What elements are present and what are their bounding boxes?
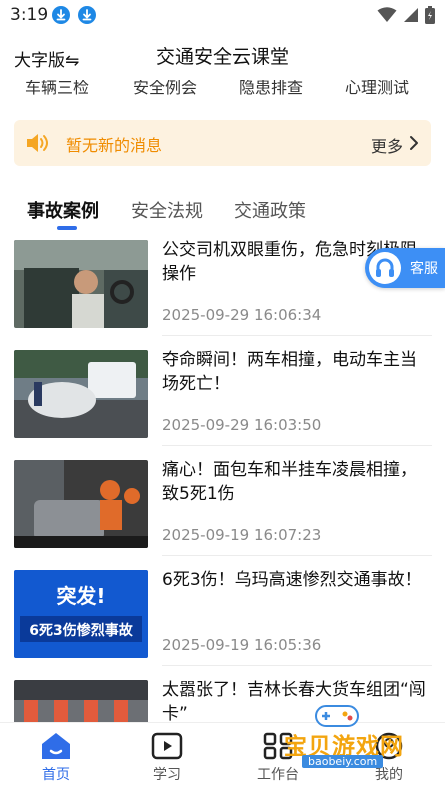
divider: [162, 335, 432, 336]
news-thumbnail: [14, 350, 148, 438]
category-item[interactable]: 隐患排查: [239, 80, 303, 98]
wifi-icon: [377, 7, 397, 22]
watermark-url: baobeiy.com: [302, 755, 384, 768]
nav-item-home[interactable]: 首页: [16, 731, 96, 784]
news-title: 痛心！面包车和半挂车凌晨相撞，致5死1伤: [162, 460, 417, 504]
news-thumbnail: 突发! 6死3伤惨烈事故: [14, 570, 148, 658]
news-thumbnail: [14, 460, 148, 548]
headset-icon: [369, 252, 401, 284]
divider: [162, 665, 432, 666]
thumb-headline: 突发!: [56, 584, 105, 608]
status-bar: 3:19: [0, 0, 445, 32]
divider: [162, 555, 432, 556]
nav-label: 首页: [42, 767, 70, 783]
speaker-icon: [27, 134, 48, 152]
page-title: 交通安全云课堂: [155, 46, 289, 68]
news-tabs: 事故案例 安全法规 交通政策: [0, 192, 445, 232]
news-time: 2025-09-19 16:07:23: [162, 526, 322, 544]
thumb-subheadline: 6死3伤惨烈事故: [29, 622, 133, 639]
tab-indicator: [57, 226, 77, 230]
category-item[interactable]: 心理测试: [345, 80, 409, 98]
nav-item-study[interactable]: 学习: [127, 731, 207, 784]
news-title: 6死3伤！乌玛高速惨烈交通事故！: [162, 570, 422, 590]
notice-more-link[interactable]: 更多: [371, 133, 403, 157]
tab-traffic-policy[interactable]: 交通政策: [234, 197, 306, 223]
tab-safety-regulations[interactable]: 安全法规: [131, 197, 203, 223]
tab-accident-cases[interactable]: 事故案例: [27, 197, 99, 223]
download-icon: [78, 6, 96, 24]
watermark: 宝贝游戏网 baobeiy.com: [272, 700, 422, 775]
gamepad-icon: [315, 705, 359, 727]
download-icon: [52, 6, 70, 24]
category-item[interactable]: 车辆三检: [25, 80, 89, 98]
status-time: 3:19: [10, 5, 49, 25]
news-item[interactable]: 夺命瞬间！两车相撞，电动车主当场死亡！ 2025-09-29 16:03:50: [0, 348, 445, 458]
customer-service-label: 客服: [410, 261, 438, 277]
chevron-right-icon[interactable]: [409, 135, 419, 151]
battery-icon: [425, 6, 435, 24]
news-thumbnail: [14, 240, 148, 328]
app-header: 大字版⇋ 交通安全云课堂: [0, 32, 445, 80]
news-time: 2025-09-19 16:05:36: [162, 636, 322, 654]
news-item[interactable]: 突发! 6死3伤惨烈事故 6死3伤！乌玛高速惨烈交通事故！ 2025-09-19…: [0, 568, 445, 678]
news-time: 2025-09-29 16:03:50: [162, 416, 322, 434]
category-item[interactable]: 安全例会: [133, 80, 197, 98]
notice-text: 暂无新的消息: [66, 136, 163, 155]
notice-bar[interactable]: 暂无新的消息 更多: [14, 120, 431, 166]
home-icon: [42, 733, 70, 759]
news-list: 公交司机双眼重伤，危急时刻极限操作 2025-09-29 16:06:34 夺命…: [0, 238, 445, 723]
signal-icon: [404, 8, 418, 22]
news-time: 2025-09-29 16:06:34: [162, 306, 322, 324]
play-icon: [151, 732, 183, 760]
news-thumbnail: [14, 680, 148, 723]
news-title: 夺命瞬间！两车相撞，电动车主当场死亡！: [162, 350, 417, 394]
news-item[interactable]: 痛心！面包车和半挂车凌晨相撞，致5死1伤 2025-09-19 16:07:23: [0, 458, 445, 568]
nav-label: 学习: [153, 767, 181, 783]
divider: [162, 445, 432, 446]
category-row: 车辆三检 安全例会 隐患排查 心理测试: [0, 80, 445, 102]
customer-service-button[interactable]: 客服: [365, 248, 445, 288]
